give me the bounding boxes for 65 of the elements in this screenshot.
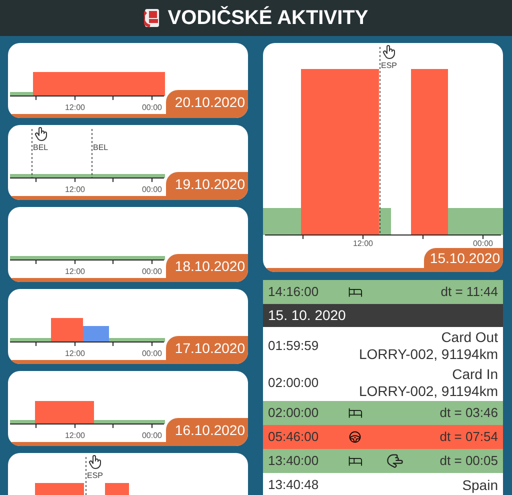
tick-label: 12:00 <box>64 103 86 112</box>
date-tag: 19.10.2020 <box>166 172 248 196</box>
date-header: 15. 10. 2020 <box>263 304 503 327</box>
driving-bar <box>35 483 84 495</box>
activity-row[interactable]: 13:40:00 dt = 00:05 <box>263 449 503 473</box>
tick-label: 00:00 <box>142 103 162 112</box>
bed-icon <box>348 285 362 299</box>
tick-label: 00:00 <box>142 267 162 276</box>
country-label: BEL <box>93 143 108 152</box>
event-detail: Spain <box>462 476 498 494</box>
event-row[interactable]: 13:40:48 Spain <box>263 473 503 495</box>
activity-time: 14:16:00 <box>268 283 320 302</box>
duration: dt = 03:46 <box>440 404 498 422</box>
event-row[interactable]: 01:59:59 Card Out LORRY-002, 91194km <box>263 327 503 364</box>
country-label: ESP <box>87 471 104 480</box>
country-label: ESP <box>381 61 398 70</box>
country-label: BEL <box>33 143 48 152</box>
event-row[interactable]: 02:00:00 Card In LORRY-002, 91194km <box>263 364 503 401</box>
activity-row[interactable]: 14:16:00 dt = 11:44 <box>263 280 503 304</box>
driving-bar <box>35 401 94 424</box>
tick-label: 00:00 <box>472 239 494 248</box>
tick-label: 12:00 <box>64 349 86 358</box>
day-card[interactable]: 12:00 00:00 ESP 15.10.2020 <box>263 43 503 272</box>
activity-row[interactable]: 02:00:00 dt = 03:46 <box>263 401 503 425</box>
activity-time: 13:40:00 <box>268 452 320 470</box>
event-detail: Card Out <box>441 328 498 346</box>
rest-bar <box>10 92 33 96</box>
day-card[interactable]: 12:00 00:00 17.10.2020 <box>8 289 248 364</box>
event-time: 01:59:59 <box>268 336 319 355</box>
work-bar <box>83 326 109 342</box>
event-time: 13:40:48 <box>268 476 319 494</box>
steering-wheel-icon <box>348 430 362 444</box>
bed-icon <box>348 406 362 420</box>
tick-label: 12:00 <box>64 431 86 440</box>
tick-label: 12:00 <box>64 185 86 194</box>
tick-label: 12:00 <box>64 267 86 276</box>
bed-icon <box>348 454 362 468</box>
date-tag: 15.10.2020 <box>424 248 503 268</box>
event-time: 02:00:00 <box>268 374 319 392</box>
event-detail: LORRY-002, 91194km <box>358 382 498 400</box>
driving-bar <box>51 318 83 342</box>
day-card[interactable]: 12:00 00:00 18.10.2020 <box>8 207 248 282</box>
app-title: VODIČSKÉ AKTIVITY <box>168 5 368 31</box>
tick-label: 00:00 <box>142 431 162 440</box>
duration: dt = 11:44 <box>440 283 498 302</box>
date-tag: 16.10.2020 <box>166 418 248 442</box>
date-tag: 17.10.2020 <box>166 336 248 360</box>
app-logo-icon <box>144 8 160 28</box>
day-card[interactable]: 12:00 00:00 16.10.2020 <box>8 371 248 446</box>
tick-label: 12:00 <box>352 239 374 248</box>
activity-time: 02:00:00 <box>268 404 320 422</box>
activity-time: 05:46:00 <box>268 428 320 446</box>
date-tag: 18.10.2020 <box>166 254 248 278</box>
duration: dt = 00:05 <box>440 452 498 470</box>
duration: dt = 07:54 <box>440 428 498 446</box>
tick-label: 00:00 <box>142 185 162 194</box>
event-detail: Card In <box>452 366 498 382</box>
event-detail: LORRY-002, 91194km <box>358 346 498 362</box>
day-card[interactable]: 12:00 00:00 BEL BEL 19.10.2020 <box>8 125 248 200</box>
driving-bar <box>105 483 129 495</box>
day-card[interactable]: 12:00 00:00 20.10.2020 <box>8 43 248 118</box>
tick-label: 00:00 <box>142 349 162 358</box>
date-tag: 20.10.2020 <box>166 90 248 114</box>
day-card[interactable]: ESP <box>8 453 248 495</box>
rest-bar <box>448 208 503 235</box>
